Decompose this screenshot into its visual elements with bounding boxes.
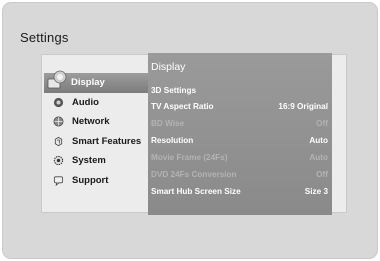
nav-item-label: System [72,155,106,167]
option-value: Auto [309,152,328,162]
option-resolution[interactable]: Resolution Auto [151,133,328,147]
option-label: TV Aspect Ratio [151,101,214,111]
option-smart-hub-screen-size[interactable]: Smart Hub Screen Size Size 3 [151,184,328,198]
nav-item-support[interactable]: Support [46,171,148,191]
option-label: Smart Hub Screen Size [151,186,241,196]
nav-item-label: Support [72,174,109,186]
option-label: Resolution [151,135,194,145]
nav-item-label: Display [71,77,105,89]
nav-item-network[interactable]: Network [46,112,148,132]
network-icon [53,116,64,127]
nav-item-display[interactable]: Display [44,70,148,93]
option-value: Off [316,118,328,128]
option-value: 16:9 Original [278,101,328,111]
system-icon [53,156,64,166]
option-label: 3D Settings [151,85,197,95]
option-value: Auto [309,135,328,145]
settings-nav: Display Audio Network Smart Features Sys… [44,70,148,191]
page-title: Settings [20,30,69,45]
option-label: BD Wise [151,118,185,128]
option-movie-frame: Movie Frame (24Fs) Auto [151,150,328,164]
option-3d-settings[interactable]: 3D Settings [151,83,328,97]
support-icon [53,176,64,186]
smart-features-icon [54,136,63,146]
panel-title: Display [151,61,186,73]
nav-item-audio[interactable]: Audio [46,93,148,113]
option-value: Off [316,169,328,179]
option-label: Movie Frame (24Fs) [151,152,228,162]
nav-item-smart-features[interactable]: Smart Features [46,132,148,152]
nav-item-label: Audio [72,96,99,108]
nav-item-label: Network [72,116,110,128]
option-label: DVD 24Fs Conversion [151,169,237,179]
nav-item-label: Smart Features [72,135,142,147]
nav-item-system[interactable]: System [46,151,148,171]
display-icon [47,70,67,89]
display-settings-panel: Display 3D Settings TV Aspect Ratio 16:9… [148,53,332,215]
audio-icon [53,97,64,107]
option-tv-aspect-ratio[interactable]: TV Aspect Ratio 16:9 Original [151,99,328,113]
option-dvd-24fs-conversion: DVD 24Fs Conversion Off [151,167,328,181]
option-bd-wise: BD Wise Off [151,116,328,130]
option-value: Size 3 [304,186,328,196]
